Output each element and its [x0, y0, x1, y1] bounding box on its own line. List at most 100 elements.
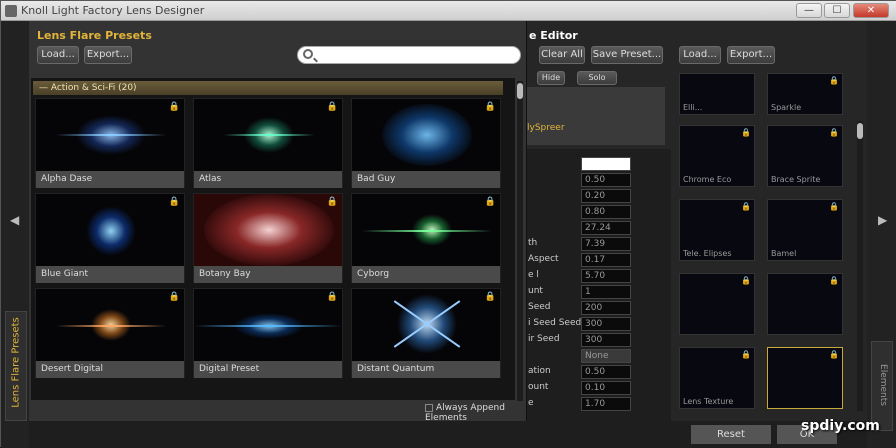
preset-tile[interactable]: 🔒 Botany Bay: [193, 193, 343, 283]
preset-thumbnail: [352, 194, 500, 266]
property-name: e l: [528, 270, 539, 280]
property-value[interactable]: 300: [581, 317, 631, 331]
property-row: th 7.39: [527, 237, 671, 251]
property-name: Seed: [528, 302, 551, 312]
preset-tile[interactable]: 🔒 Distant Quantum: [351, 288, 501, 378]
lock-icon: 🔒: [484, 197, 496, 207]
element-tile[interactable]: 🔒 Brace Sprite: [767, 125, 843, 187]
property-name: e: [528, 398, 534, 408]
element-tile[interactable]: 🔒: [679, 273, 755, 335]
preset-tile[interactable]: 🔒 Alpha Dase: [35, 98, 185, 188]
right-collapse-bar: ▶ Elements: [867, 21, 896, 448]
presets-side-tab[interactable]: Lens Flare Presets: [5, 311, 27, 421]
element-tile[interactable]: 🔒 Tele. Elipses: [679, 199, 755, 261]
library-scrollbar[interactable]: [857, 121, 863, 411]
property-value[interactable]: 5.70: [581, 269, 631, 283]
editor-title: e Editor: [529, 29, 578, 42]
lens-flare-presets-panel: Lens Flare Presets Load... Export... — A…: [29, 21, 527, 423]
property-value[interactable]: 0.50: [581, 365, 631, 379]
preset-label: Blue Giant: [36, 266, 184, 283]
save-preset-button[interactable]: Save Preset...: [591, 46, 663, 64]
color-swatch[interactable]: [581, 157, 631, 171]
property-row: i Seed Seed 300: [527, 317, 671, 331]
collapse-right-icon[interactable]: ▶: [878, 213, 887, 227]
minimize-button[interactable]: —: [796, 3, 822, 18]
lock-icon: 🔒: [168, 102, 180, 112]
title-bar: Knoll Light Factory Lens Designer — ☐ ✕: [1, 1, 896, 21]
maximize-button[interactable]: ☐: [824, 3, 850, 18]
lock-icon: 🔒: [168, 197, 180, 207]
property-value[interactable]: 1: [581, 285, 631, 299]
element-tile[interactable]: Elli...: [679, 73, 755, 115]
preset-thumbnail: [194, 194, 342, 266]
element-layer[interactable]: lySpreer: [527, 87, 665, 145]
property-value[interactable]: 27.24: [581, 221, 631, 235]
preset-tile[interactable]: 🔒 Atlas: [193, 98, 343, 188]
property-dropdown[interactable]: None: [581, 349, 631, 363]
preset-tile[interactable]: 🔒 Cyborg: [351, 193, 501, 283]
property-value[interactable]: 7.39: [581, 237, 631, 251]
append-option[interactable]: Always Append Elements: [425, 403, 526, 423]
preset-tile[interactable]: 🔒 Bad Guy: [351, 98, 501, 188]
library-load-button[interactable]: Load...: [679, 46, 721, 64]
property-row: ount 0.10: [527, 381, 671, 395]
property-value[interactable]: 300: [581, 333, 631, 347]
property-value[interactable]: 0.20: [581, 189, 631, 203]
category-header[interactable]: — Action & Sci-Fi (20): [33, 81, 503, 95]
hide-button[interactable]: Hide: [537, 71, 565, 85]
property-value[interactable]: 0.80: [581, 205, 631, 219]
presets-export-button[interactable]: Export...: [84, 46, 132, 64]
lock-icon: 🔒: [829, 276, 839, 285]
lock-icon: 🔒: [829, 350, 839, 359]
element-tile[interactable]: 🔒 Chrome Eco: [679, 125, 755, 187]
lens-editor-panel: e Editor Clear All Save Preset... Hide S…: [527, 21, 671, 421]
property-value[interactable]: 200: [581, 301, 631, 315]
element-tile[interactable]: 🔒 Bamel: [767, 199, 843, 261]
property-name: th: [528, 238, 538, 248]
preset-label: Atlas: [194, 171, 342, 188]
presets-scrollbar[interactable]: [517, 81, 523, 401]
presets-load-button[interactable]: Load...: [37, 46, 79, 64]
library-export-button[interactable]: Export...: [727, 46, 775, 64]
element-label: Chrome Eco: [683, 175, 732, 184]
element-tile[interactable]: 🔒 Lens Texture: [679, 347, 755, 409]
library-scrollbar-thumb[interactable]: [857, 123, 863, 139]
lock-icon: 🔒: [829, 76, 839, 85]
property-name: Aspect: [528, 254, 559, 264]
element-tile[interactable]: 🔒 Sparkle: [767, 73, 843, 115]
lock-icon: 🔒: [829, 202, 839, 211]
clear-all-button[interactable]: Clear All: [539, 46, 585, 64]
preset-tile[interactable]: 🔒 Blue Giant: [35, 193, 185, 283]
property-row: ir Seed 300: [527, 333, 671, 347]
preset-label: Desert Digital: [36, 361, 184, 378]
element-label: Lens Texture: [683, 397, 734, 406]
preset-tile[interactable]: 🔒 Desert Digital: [35, 288, 185, 378]
property-value[interactable]: 0.50: [581, 173, 631, 187]
append-checkbox[interactable]: [425, 403, 433, 412]
reset-button[interactable]: Reset: [691, 425, 771, 444]
solo-button[interactable]: Solo: [577, 71, 617, 85]
preset-thumbnail: [352, 99, 500, 171]
preset-tile[interactable]: 🔒 Digital Preset: [193, 288, 343, 378]
element-label: Elli...: [683, 103, 703, 112]
property-row: None: [527, 349, 671, 363]
property-value[interactable]: 0.10: [581, 381, 631, 395]
presets-scrollbar-thumb[interactable]: [517, 83, 523, 99]
property-name: ation: [528, 366, 551, 376]
property-row: 0.20: [527, 189, 671, 203]
preset-grid: — Action & Sci-Fi (20) 🔒 Alpha Dase 🔒 At…: [31, 78, 515, 400]
property-value[interactable]: 1.70: [581, 397, 631, 411]
preset-thumbnail: [194, 99, 342, 171]
property-value[interactable]: 0.17: [581, 253, 631, 267]
lock-icon: 🔒: [326, 292, 338, 302]
close-button[interactable]: ✕: [853, 3, 889, 18]
search-input[interactable]: [318, 48, 514, 62]
preset-label: Cyborg: [352, 266, 500, 283]
lock-icon: 🔒: [741, 350, 751, 359]
element-tile[interactable]: 🔒: [767, 273, 843, 335]
collapse-left-icon[interactable]: ◀: [10, 213, 19, 227]
element-label: Tele. Elipses: [683, 249, 732, 258]
element-tile-selected[interactable]: 🔒: [767, 347, 843, 409]
search-box[interactable]: [297, 46, 521, 64]
lock-icon: 🔒: [741, 276, 751, 285]
